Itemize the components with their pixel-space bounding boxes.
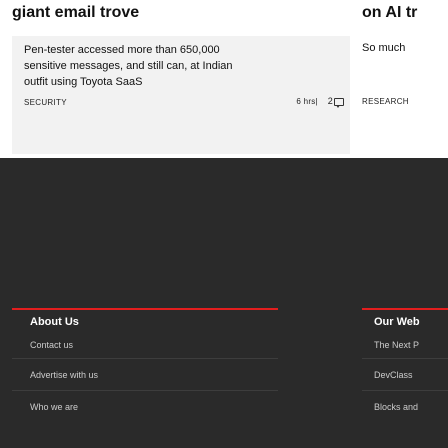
footer-about-heading: About Us [12, 308, 278, 332]
story-section: giant email trove Pen-tester accessed mo… [0, 0, 448, 158]
site-footer: About Us Contact us Advertise with us Wh… [0, 158, 448, 448]
comment-icon [334, 97, 344, 108]
footer-divider [12, 358, 278, 359]
story-category-tag[interactable]: SECURITY [24, 98, 67, 107]
story-meta: SECURITY 6 hrs| 2 [24, 96, 344, 110]
footer-divider [12, 390, 278, 391]
footer-link-next-platform[interactable]: The Next P [374, 340, 419, 350]
right-story-category-tag[interactable]: RESEARCH [362, 97, 409, 106]
story-line-2: sensitive messages, and still can, at In… [24, 60, 233, 72]
footer-link-contact[interactable]: Contact us [30, 340, 73, 350]
story-meta-separator: | [315, 97, 318, 106]
footer-websites-heading: Our Web [362, 308, 448, 332]
section-title[interactable]: giant email trove [12, 4, 139, 22]
footer-link-advertise[interactable]: Advertise with us [30, 370, 98, 380]
story-line-1: Pen-tester accessed more than 650,000 [24, 44, 220, 56]
page: giant email trove Pen-tester accessed mo… [0, 0, 448, 448]
story-comments[interactable]: 2 [327, 96, 344, 108]
story-line-3: outfit using Toyota SaaS [24, 76, 143, 88]
comment-count: 2 [327, 96, 333, 106]
footer-link-devclass[interactable]: DevClass [374, 370, 413, 380]
footer-link-who-we-are[interactable]: Who we are [30, 402, 78, 412]
right-story-headline[interactable]: So much [362, 42, 405, 54]
story-time-value: 6 hrs [296, 97, 316, 106]
right-section-title[interactable]: on AI tr [362, 4, 417, 22]
footer-link-blocks-and-files[interactable]: Blocks and [374, 402, 418, 412]
story-headline[interactable]: Pen-tester accessed more than 650,000 se… [24, 42, 344, 90]
footer-divider [362, 390, 448, 391]
story-card[interactable]: Pen-tester accessed more than 650,000 se… [12, 36, 350, 154]
story-time: 6 hrs| [296, 97, 318, 106]
footer-divider [362, 358, 448, 359]
